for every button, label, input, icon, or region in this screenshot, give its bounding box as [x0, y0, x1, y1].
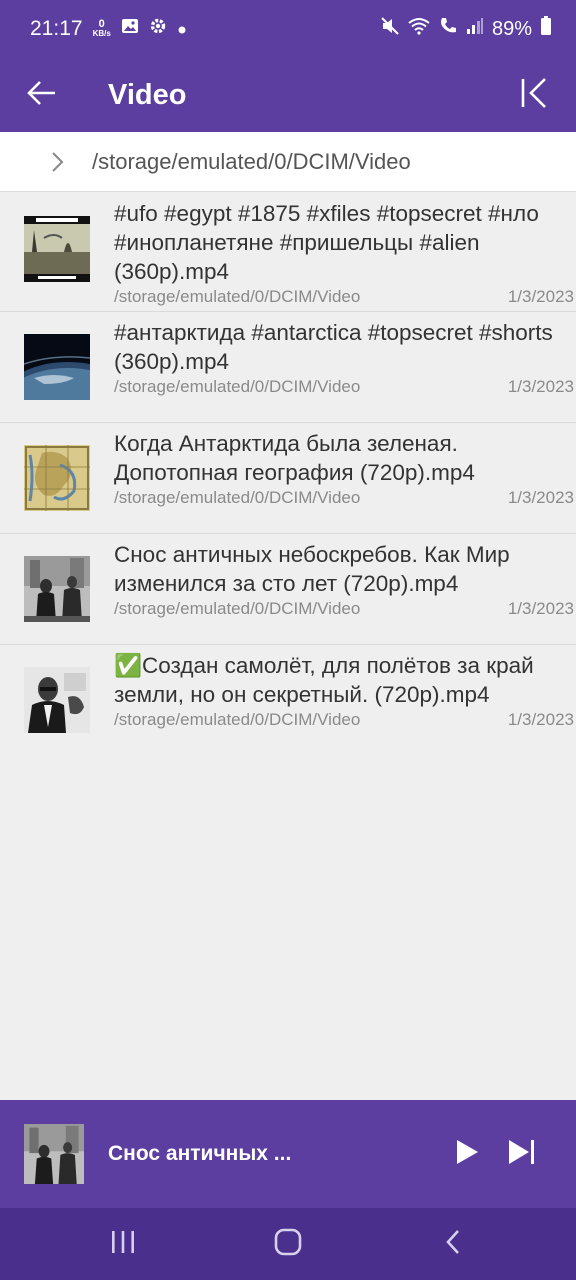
file-meta: /storage/emulated/0/DCIM/Video 1/3/2023 [114, 377, 576, 397]
dot-icon [177, 17, 187, 41]
mute-icon [380, 16, 400, 42]
system-nav-bar [0, 1208, 576, 1280]
list-item[interactable]: Снос античных небоскребов. Как Мир измен… [0, 534, 576, 645]
file-date: 1/3/2023 [507, 599, 574, 618]
file-name: Снос античных небоскребов. Как Мир измен… [114, 542, 510, 596]
file-name: #ufo #egypt #1875 #xfiles #topsecret #нл… [114, 201, 539, 284]
file-list: #ufo #egypt #1875 #xfiles #topsecret #нл… [0, 193, 576, 756]
list-item[interactable]: #ufo #egypt #1875 #xfiles #topsecret #нл… [0, 193, 576, 312]
breadcrumb[interactable]: /storage/emulated/0/DCIM/Video [0, 132, 576, 192]
skip-next-icon [507, 1138, 537, 1171]
file-info: #ufo #egypt #1875 #xfiles #topsecret #нл… [114, 193, 576, 311]
video-thumbnail [24, 334, 90, 400]
skip-to-start-icon [519, 76, 549, 115]
recent-apps-button[interactable] [83, 1214, 163, 1274]
file-meta: /storage/emulated/0/DCIM/Video 1/3/2023 [114, 488, 576, 508]
list-item[interactable]: Когда Антарктида была зеленая. Допотопна… [0, 423, 576, 534]
next-button[interactable] [492, 1124, 552, 1184]
home-icon [273, 1227, 303, 1262]
nav-back-button[interactable] [413, 1214, 493, 1274]
net-speed-value: 0 [98, 18, 105, 30]
status-time: 21:17 [30, 17, 83, 40]
file-date: 1/3/2023 [507, 488, 574, 507]
settings-icon [149, 17, 167, 41]
battery-percent: 89% [491, 17, 532, 40]
recent-apps-icon [109, 1229, 137, 1260]
file-path: /storage/emulated/0/DCIM/Video [114, 377, 361, 396]
home-button[interactable] [248, 1214, 328, 1274]
back-button[interactable] [0, 58, 84, 132]
gallery-icon [121, 17, 139, 41]
now-playing-thumbnail [24, 1124, 84, 1184]
wifi-icon [408, 17, 430, 41]
file-meta: /storage/emulated/0/DCIM/Video 1/3/2023 [114, 599, 576, 619]
video-thumbnail [24, 556, 90, 622]
file-meta: /storage/emulated/0/DCIM/Video 1/3/2023 [114, 287, 576, 307]
video-thumbnail [24, 667, 90, 733]
list-item[interactable]: ✅Создан самолёт, для полётов за край зем… [0, 645, 576, 756]
call-icon [438, 16, 458, 42]
file-info: Когда Антарктида была зеленая. Допотопна… [114, 423, 576, 533]
file-path: /storage/emulated/0/DCIM/Video [114, 710, 361, 729]
back-icon [443, 1228, 463, 1261]
file-meta: /storage/emulated/0/DCIM/Video 1/3/2023 [114, 710, 576, 730]
file-date: 1/3/2023 [507, 377, 574, 396]
file-path: /storage/emulated/0/DCIM/Video [114, 488, 361, 507]
video-thumbnail [24, 216, 90, 282]
file-name: ✅Создан самолёт, для полётов за край зем… [114, 653, 534, 707]
go-to-start-button[interactable] [492, 58, 576, 132]
play-button[interactable] [442, 1124, 492, 1184]
video-thumbnail [24, 445, 90, 511]
chevron-right-icon [0, 151, 92, 173]
signal-icon [466, 17, 484, 41]
file-name: Когда Антарктида была зеленая. Допотопна… [114, 431, 475, 485]
play-icon [454, 1138, 480, 1171]
app-bar: Video [0, 58, 576, 132]
file-info: Снос античных небоскребов. Как Мир измен… [114, 534, 576, 644]
file-path: /storage/emulated/0/DCIM/Video [114, 287, 361, 306]
breadcrumb-path: /storage/emulated/0/DCIM/Video [92, 148, 411, 174]
net-speed: 0 KB/s [92, 18, 111, 39]
file-info: ✅Создан самолёт, для полётов за край зем… [114, 645, 576, 756]
battery-icon [540, 16, 552, 42]
arrow-left-icon [26, 79, 58, 112]
file-path: /storage/emulated/0/DCIM/Video [114, 599, 361, 618]
file-date: 1/3/2023 [507, 710, 574, 729]
file-info: #антарктида #antarctica #topsecret #shor… [114, 312, 576, 422]
page-title: Video [108, 78, 187, 111]
status-bar: 21:17 0 KB/s 89% [0, 0, 576, 58]
file-date: 1/3/2023 [507, 287, 574, 306]
file-name: #антарктида #antarctica #topsecret #shor… [114, 320, 553, 374]
net-speed-unit: KB/s [92, 29, 111, 38]
mini-player[interactable]: Снос античных ... [0, 1100, 576, 1208]
now-playing-title: Снос античных ... [108, 1142, 292, 1165]
list-item[interactable]: #антарктида #antarctica #topsecret #shor… [0, 312, 576, 423]
